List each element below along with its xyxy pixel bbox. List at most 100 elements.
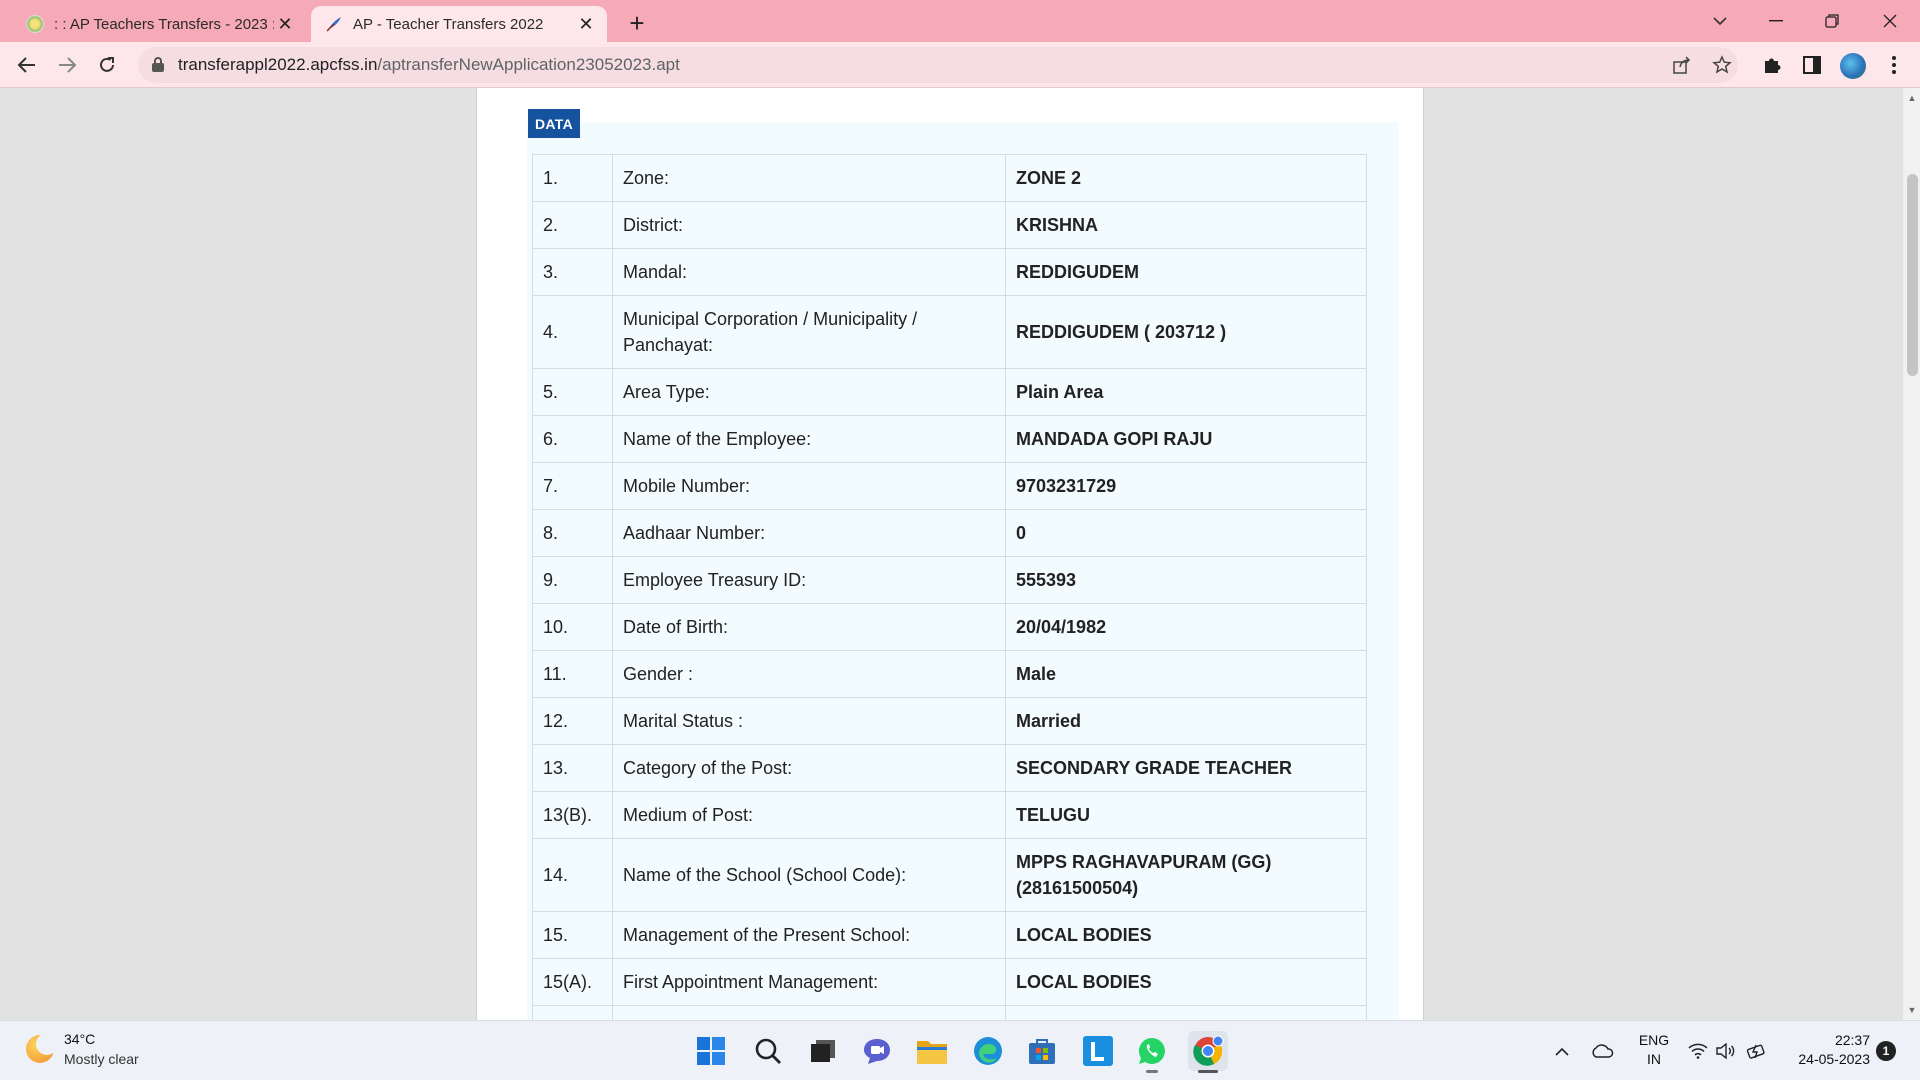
row-number: 8.	[532, 509, 613, 557]
restore-icon[interactable]	[1804, 0, 1860, 42]
field-value: REDDIGUDEM	[1005, 248, 1367, 296]
back-arrow-icon[interactable]	[10, 48, 44, 82]
row-number: 13(B).	[532, 791, 613, 839]
row-number: 2.	[532, 201, 613, 249]
field-label: Mobile Number:	[612, 462, 1006, 510]
tab-ap-teachers-transfers-2023[interactable]: : : AP Teachers Transfers - 2023 : : ✕	[14, 6, 304, 42]
field-label: District:	[612, 201, 1006, 249]
scroll-down-arrow-icon[interactable]: ▼	[1903, 1002, 1920, 1018]
weather-moon-icon[interactable]	[26, 1033, 58, 1063]
side-panel-icon[interactable]	[1798, 51, 1826, 79]
field-label: First Appointment Management:	[612, 958, 1006, 1006]
task-view-icon[interactable]	[803, 1031, 843, 1071]
row-number: 13.	[532, 744, 613, 792]
file-explorer-icon[interactable]	[912, 1031, 952, 1071]
employee-data-table: 1. Zone: ZONE 2 2. District: KRISHNA 3. Mandal:…	[532, 154, 1367, 1036]
field-value: KRISHNA	[1005, 201, 1367, 249]
table-row: 8. Aadhaar Number: 0	[532, 509, 1367, 557]
field-value: 555393	[1005, 556, 1367, 604]
field-value: MANDADA GOPI RAJU	[1005, 415, 1367, 463]
wifi-icon[interactable]	[1686, 1021, 1710, 1080]
bookmark-star-icon[interactable]	[1710, 53, 1734, 77]
table-row: 13. Category of the Post: SECONDARY GRADE …	[532, 744, 1367, 792]
reload-icon[interactable]	[90, 48, 124, 82]
table-row: 13(B). Medium of Post: TELUGU	[532, 791, 1367, 839]
field-label: Area Type:	[612, 368, 1006, 416]
table-row: 15. Management of the Present School: LOCA…	[532, 911, 1367, 959]
weather-description[interactable]: Mostly clear	[64, 1051, 139, 1067]
field-value: MPPS RAGHAVAPURAM (GG) (28161500504)	[1005, 838, 1367, 912]
l-app-icon[interactable]	[1078, 1031, 1118, 1071]
edge-browser-icon[interactable]	[968, 1031, 1008, 1071]
field-label: Category of the Post:	[612, 744, 1006, 792]
extensions-puzzle-icon[interactable]	[1758, 51, 1786, 79]
field-value: 9703231729	[1005, 462, 1367, 510]
field-label: Name of the School (School Code):	[612, 838, 1006, 912]
scrollbar-thumb[interactable]	[1907, 174, 1918, 376]
table-row: 10. Date of Birth: 20/04/1982	[532, 603, 1367, 651]
weather-temperature[interactable]: 34°C	[64, 1031, 95, 1047]
feather-favicon-icon	[325, 15, 343, 33]
scroll-up-arrow-icon[interactable]: ▲	[1903, 90, 1920, 106]
url-domain: transferappl2022.apcfss.in	[178, 55, 378, 74]
system-clock[interactable]: 22:37 24-05-2023	[1780, 1031, 1870, 1069]
more-menu-icon[interactable]	[1880, 51, 1908, 79]
tab-ap-teacher-transfers-2022[interactable]: AP - Teacher Transfers 2022 ✕	[311, 6, 607, 42]
tab-title: : : AP Teachers Transfers - 2023 : :	[54, 15, 274, 33]
field-label: Name of the Employee:	[612, 415, 1006, 463]
tab-search-chevron-icon[interactable]	[1692, 0, 1748, 42]
field-label: Date of Birth:	[612, 603, 1006, 651]
field-label: Marital Status :	[612, 697, 1006, 745]
table-row: 5. Area Type: Plain Area	[532, 368, 1367, 416]
active-app-indicator	[1198, 1070, 1218, 1073]
table-row: 4. Municipal Corporation / Municipality /…	[532, 295, 1367, 369]
table-row: 9. Employee Treasury ID: 555393	[532, 556, 1367, 604]
show-hidden-icons-chevron-icon[interactable]	[1550, 1021, 1574, 1080]
field-value: LOCAL BODIES	[1005, 911, 1367, 959]
row-number: 14.	[532, 838, 613, 912]
whatsapp-icon[interactable]	[1132, 1031, 1172, 1073]
battery-charging-icon[interactable]	[1744, 1021, 1770, 1080]
close-tab-icon[interactable]: ✕	[274, 13, 296, 35]
notification-count-badge[interactable]: 1	[1876, 1041, 1896, 1061]
tab-title: AP - Teacher Transfers 2022	[353, 15, 544, 33]
field-value: SECONDARY GRADE TEACHER	[1005, 744, 1367, 792]
url-text[interactable]: transferappl2022.apcfss.in/aptransferNew…	[178, 55, 680, 75]
windows-start-icon[interactable]	[691, 1031, 731, 1071]
table-row: 11. Gender : Male	[532, 650, 1367, 698]
forward-arrow-icon[interactable]	[50, 48, 84, 82]
field-value: Plain Area	[1005, 368, 1367, 416]
vertical-scrollbar[interactable]: ▲ ▼	[1902, 88, 1920, 1020]
new-tab-button[interactable]: +	[622, 8, 652, 38]
microsoft-store-icon[interactable]	[1022, 1031, 1062, 1071]
row-number: 7.	[532, 462, 613, 510]
row-number: 1.	[532, 154, 613, 202]
row-number: 3.	[532, 248, 613, 296]
row-number: 9.	[532, 556, 613, 604]
profile-avatar-icon[interactable]	[1840, 53, 1866, 79]
table-row: 15(A). First Appointment Management: LOCAL…	[532, 958, 1367, 1006]
onedrive-cloud-icon[interactable]	[1588, 1021, 1616, 1080]
search-icon[interactable]	[748, 1031, 788, 1071]
field-label: Aadhaar Number:	[612, 509, 1006, 557]
field-value: Male	[1005, 650, 1367, 698]
teams-chat-icon[interactable]	[857, 1031, 897, 1071]
close-tab-icon[interactable]: ✕	[575, 13, 597, 35]
url-path: /aptransferNewApplication23052023.apt	[377, 55, 680, 74]
close-window-icon[interactable]	[1862, 0, 1918, 42]
field-value: 0	[1005, 509, 1367, 557]
share-icon[interactable]	[1670, 53, 1694, 77]
table-row: 2. District: KRISHNA	[532, 201, 1367, 249]
table-row: 12. Marital Status : Married	[532, 697, 1367, 745]
minimize-icon[interactable]	[1748, 0, 1804, 42]
running-app-indicator	[1146, 1070, 1158, 1073]
row-number: 6.	[532, 415, 613, 463]
volume-icon[interactable]	[1714, 1021, 1738, 1080]
language-indicator[interactable]: ENG IN	[1634, 1031, 1674, 1069]
field-label: Municipal Corporation / Municipality / P…	[612, 295, 1006, 369]
chrome-browser-icon[interactable]	[1188, 1031, 1228, 1073]
address-bar[interactable]: transferappl2022.apcfss.in/aptransferNew…	[138, 47, 1738, 83]
row-number: 4.	[532, 295, 613, 369]
lock-icon[interactable]	[152, 57, 164, 72]
field-value: REDDIGUDEM ( 203712 )	[1005, 295, 1367, 369]
